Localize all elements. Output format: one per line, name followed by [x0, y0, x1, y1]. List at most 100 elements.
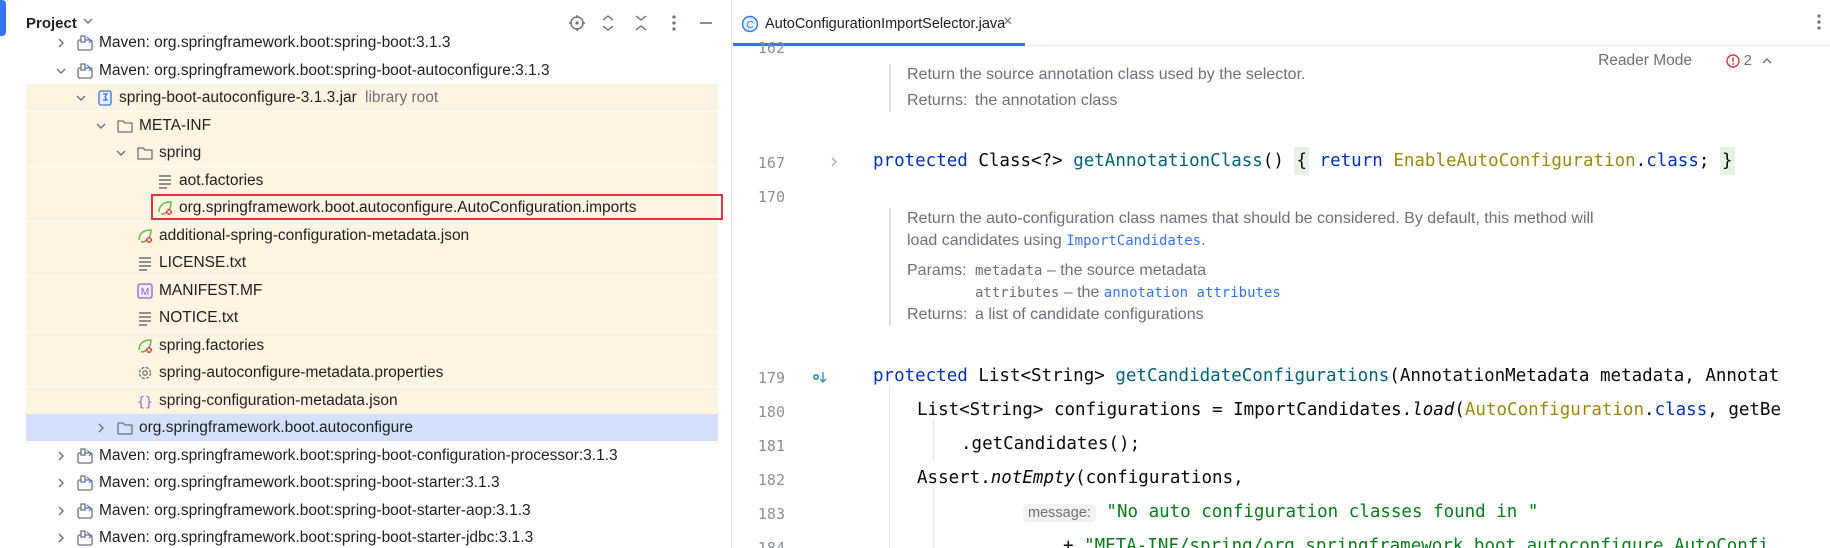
- doc-text: load candidates using: [907, 232, 1062, 249]
- tree-item[interactable]: META-INF: [0, 111, 731, 139]
- library-root-highlight: [26, 249, 718, 276]
- code-line-184: + "META-INF/spring/org.springframework.b…: [1063, 536, 1769, 548]
- code-area[interactable]: Return the source annotation class used …: [843, 46, 1830, 548]
- doc-param-name: attributes: [975, 285, 1060, 301]
- doc-link-annotation-attributes[interactable]: annotation attributes: [1104, 285, 1281, 301]
- library-root-highlight: [26, 166, 718, 194]
- doc-description: Return the source annotation class used …: [907, 66, 1306, 83]
- doc-returns-label: Returns:: [907, 92, 968, 109]
- tree-item[interactable]: org.springframework.boot.autoconfigure: [0, 414, 731, 441]
- indent-guide: [889, 386, 890, 548]
- tree-item[interactable]: spring.factories: [0, 331, 731, 359]
- implementation-gutter-icon[interactable]: [811, 370, 827, 390]
- line-number: 181: [757, 437, 785, 455]
- chevron-down-icon[interactable]: [82, 15, 94, 30]
- close-icon[interactable]: ×: [1003, 13, 1012, 31]
- chevron-right-icon[interactable]: [54, 36, 68, 50]
- folder-icon: [136, 144, 154, 162]
- doc-returns-text: the annotation class: [975, 92, 1118, 109]
- code-text: List<String>: [967, 366, 1116, 386]
- code-text: (configurations,: [1075, 468, 1244, 488]
- doc-returns-text: a list of candidate configurations: [975, 306, 1204, 323]
- library-icon: [76, 529, 94, 547]
- javadoc-block-annotation-class: Return the source annotation class used …: [889, 64, 1669, 112]
- indent-guide: [933, 488, 934, 548]
- tree-item[interactable]: spring: [0, 139, 731, 166]
- chevron-right-icon[interactable]: [54, 449, 68, 463]
- tree-item[interactable]: NOTICE.txt: [0, 304, 731, 331]
- chevron-right-icon[interactable]: [54, 504, 68, 518]
- code-text: (AnnotationMetadata metadata, Annotat: [1389, 366, 1780, 386]
- project-tool-window: Project Maven: org.springframework.boot:…: [0, 0, 732, 548]
- code-editor: C AutoConfigurationImportSelector.java ×…: [733, 0, 1830, 548]
- line-number: 184: [757, 539, 785, 548]
- keyword: protected: [873, 366, 968, 386]
- svg-text:{}: {}: [137, 395, 153, 410]
- chevron-down-icon[interactable]: [94, 119, 108, 133]
- doc-params-row-2: attributes – the annotation attributes: [907, 282, 1669, 304]
- tree-item-label: Maven: org.springframework.boot:spring-b…: [99, 446, 618, 464]
- method-name: getAnnotationClass: [1073, 151, 1263, 171]
- folder-icon: [116, 117, 134, 135]
- java-class-icon: C: [741, 15, 759, 37]
- chevron-right-icon[interactable]: [54, 531, 68, 545]
- tree-item-label: Maven: org.springframework.boot:spring-b…: [99, 529, 534, 546]
- doc-link-importcandidates[interactable]: ImportCandidates: [1066, 233, 1201, 249]
- doc-returns-row: Returns: a list of candidate configuratio…: [907, 304, 1669, 326]
- tree-item[interactable]: Maven: org.springframework.boot:spring-b…: [0, 29, 731, 56]
- tree-item[interactable]: Maven: org.springframework.boot:spring-b…: [0, 57, 731, 84]
- tree-item[interactable]: org.springframework.boot.autoconfigure.A…: [0, 194, 731, 221]
- doc-param-text: – the source metadata: [1046, 262, 1207, 279]
- tree-item-label: org.springframework.boot.autoconfigure: [139, 419, 413, 436]
- tree-item[interactable]: Maven: org.springframework.boot:spring-b…: [0, 469, 731, 496]
- manifest-icon: M: [136, 282, 154, 300]
- parameter-hint: message:: [1023, 504, 1096, 522]
- tree-item[interactable]: spring-autoconfigure-metadata.properties: [0, 359, 731, 386]
- fold-chevron-icon[interactable]: [829, 155, 839, 172]
- tree-item[interactable]: LICENSE.txt: [0, 249, 731, 276]
- line-number: 170: [757, 188, 785, 206]
- json-icon: {}: [136, 392, 154, 410]
- tree-item-suffix: library root: [365, 89, 439, 106]
- tree-item-label: aot.factories: [179, 171, 264, 189]
- code-line-181: .getCandidates();: [961, 434, 1140, 454]
- method-name: notEmpty: [990, 468, 1076, 488]
- chevron-down-icon[interactable]: [74, 91, 88, 105]
- tree-item[interactable]: M MANIFEST.MF: [0, 276, 731, 304]
- tree-item[interactable]: Maven: org.springframework.boot:spring-b…: [0, 524, 731, 548]
- javadoc-block-candidate-configurations: Return the auto-configuration class name…: [889, 208, 1669, 326]
- doc-description-line-2: load candidates using ImportCandidates.: [907, 230, 1669, 252]
- tree-item-label: Maven: org.springframework.boot:spring-b…: [99, 61, 550, 79]
- library-root-highlight: [26, 139, 718, 166]
- tree-item-label: additional-spring-configuration-metadata…: [159, 226, 470, 244]
- editor-gutter: 162 167 170 179 180 181 182 183 184: [733, 39, 843, 548]
- keyword: protected: [873, 151, 968, 171]
- tree-item[interactable]: aot.factories: [0, 166, 731, 194]
- chevron-right-icon[interactable]: [54, 476, 68, 490]
- chevron-down-icon[interactable]: [54, 64, 68, 78]
- tree-item[interactable]: Maven: org.springframework.boot:spring-b…: [0, 442, 731, 469]
- code-line-183: message: "No auto configuration classes …: [1023, 502, 1538, 522]
- code-text: .: [1635, 151, 1647, 171]
- tree-item-label: MANIFEST.MF: [159, 281, 263, 299]
- library-icon: [76, 34, 94, 52]
- string-literal: "META-INF/spring/org.springframework.boo…: [1084, 536, 1769, 548]
- doc-param-name: metadata: [975, 263, 1043, 279]
- tree-item[interactable]: spring-boot-autoconfigure-3.1.3.jar libra…: [0, 84, 731, 111]
- tree-item-label: spring.factories: [159, 336, 265, 354]
- code-text: +: [1063, 536, 1085, 548]
- tree-item[interactable]: {} spring-configuration-metadata.json: [0, 386, 731, 414]
- code-text: (: [1454, 400, 1465, 420]
- tree-item-label: Maven: org.springframework.boot:spring-b…: [99, 501, 531, 519]
- tree-item[interactable]: Maven: org.springframework.boot:spring-b…: [0, 497, 731, 524]
- chevron-right-icon[interactable]: [94, 421, 108, 435]
- more-tabs-icon[interactable]: [1816, 13, 1822, 35]
- folder-icon: [116, 419, 134, 437]
- library-icon: [76, 474, 94, 492]
- tree-item[interactable]: additional-spring-configuration-metadata…: [0, 221, 731, 249]
- library-root-highlight: [26, 331, 718, 359]
- svg-text:C: C: [746, 20, 753, 31]
- tree-item-label: LICENSE.txt: [159, 254, 246, 271]
- chevron-down-icon[interactable]: [114, 146, 128, 160]
- code-line-182: Assert.notEmpty(configurations,: [917, 468, 1244, 488]
